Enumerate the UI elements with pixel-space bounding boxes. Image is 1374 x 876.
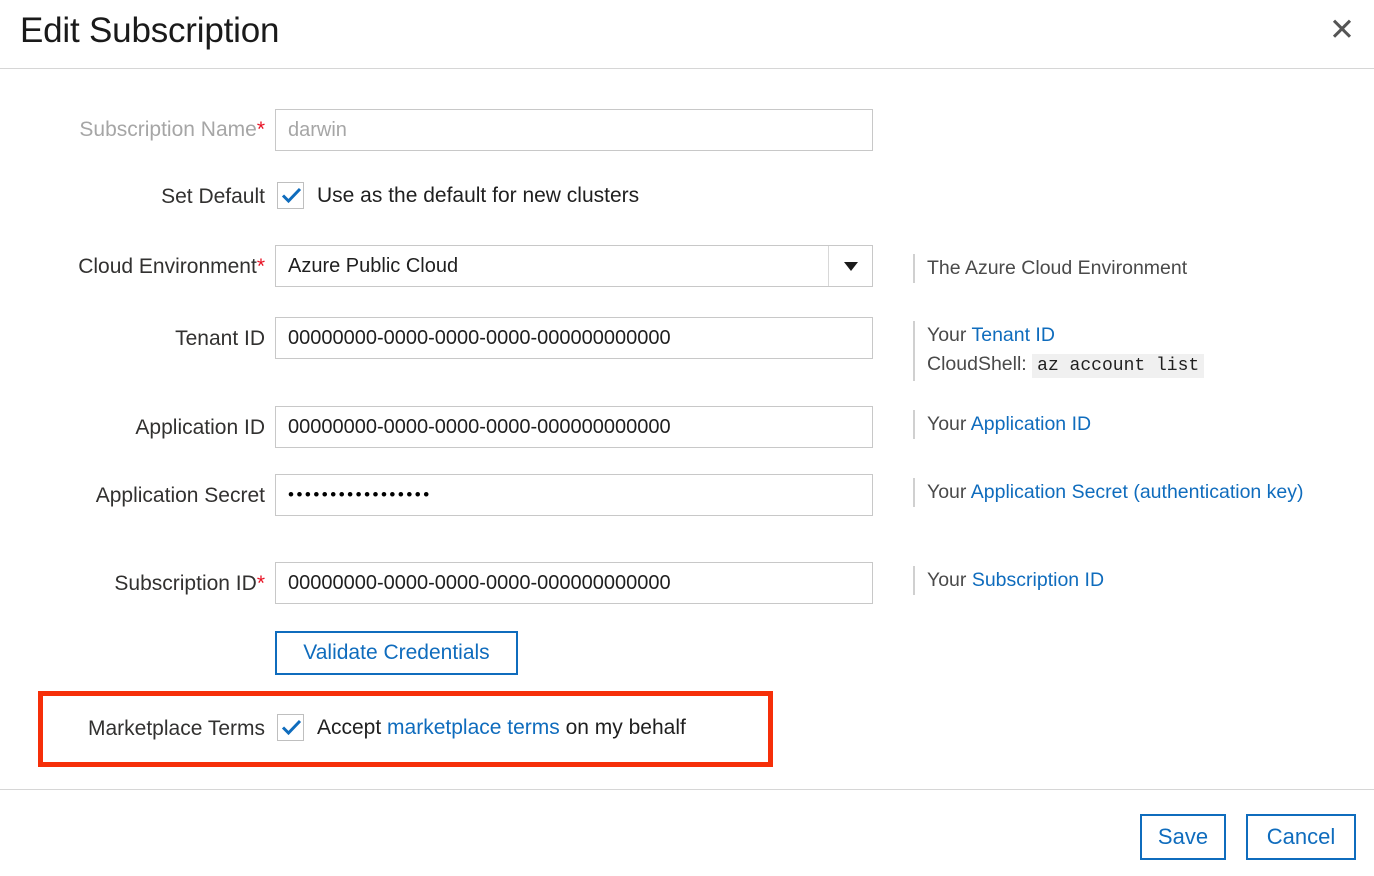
subscription-name-label: Subscription Name* <box>79 118 265 141</box>
set-default-checkbox[interactable] <box>277 182 304 209</box>
subscription-id-label: Subscription ID* <box>114 572 265 595</box>
required-asterisk: * <box>256 118 265 141</box>
tenant-id-help: Your Tenant ID CloudShell: az account li… <box>913 321 1333 381</box>
checkmark-icon <box>281 719 302 736</box>
page-title: Edit Subscription <box>20 11 280 50</box>
tenant-id-value: 00000000-0000-0000-0000-000000000000 <box>288 326 671 349</box>
cloud-environment-value: Azure Public Cloud <box>288 254 459 277</box>
header-actions: ? ✕ <box>1326 10 1358 48</box>
save-button[interactable]: Save <box>1140 814 1226 860</box>
caret-glyph <box>843 261 858 271</box>
subscription-name-value: darwin <box>288 118 347 141</box>
checkmark-icon <box>281 187 302 204</box>
tenant-id-help-line2-prefix: CloudShell: <box>927 353 1033 375</box>
cloud-environment-help: The Azure Cloud Environment <box>913 254 1333 283</box>
subscription-id-input[interactable]: 00000000-0000-0000-0000-000000000000 <box>275 562 873 604</box>
application-secret-help: Your Application Secret (authentication … <box>913 478 1333 507</box>
subscription-id-value: 00000000-0000-0000-0000-000000000000 <box>288 571 671 594</box>
tenant-id-help-prefix: Your <box>927 324 972 346</box>
tenant-id-help-code: az account list <box>1032 354 1205 378</box>
application-id-help: Your Application ID <box>913 410 1333 439</box>
subscription-name-input[interactable]: darwin <box>275 109 873 151</box>
tenant-id-label: Tenant ID <box>175 327 265 350</box>
dialog-body: Subscription Name* darwin Set Default Us… <box>0 69 1374 789</box>
dialog-header: Edit Subscription ? ✕ <box>0 0 1374 69</box>
marketplace-terms-link[interactable]: marketplace terms <box>387 716 560 739</box>
marketplace-text-before: Accept <box>317 715 388 739</box>
cloud-environment-select[interactable]: Azure Public Cloud <box>275 245 873 287</box>
application-secret-label: Application Secret <box>95 484 265 507</box>
application-id-label: Application ID <box>135 416 265 439</box>
required-asterisk: * <box>256 572 265 595</box>
chevron-down-icon[interactable] <box>828 246 872 286</box>
required-asterisk: * <box>256 255 265 278</box>
close-icon[interactable]: ✕ <box>1326 10 1358 48</box>
footer-actions: Save Cancel <box>1140 814 1356 860</box>
validate-credentials-button[interactable]: Validate Credentials <box>275 631 518 675</box>
cancel-button[interactable]: Cancel <box>1246 814 1356 860</box>
marketplace-terms-checkbox-label: Accept marketplace terms on my behalf <box>317 716 686 740</box>
cloud-environment-help-text: The Azure Cloud Environment <box>927 257 1188 279</box>
application-secret-help-link[interactable]: Application Secret (authentication key) <box>971 481 1304 503</box>
application-id-input[interactable]: 00000000-0000-0000-0000-000000000000 <box>275 406 873 448</box>
marketplace-terms-checkbox[interactable] <box>277 714 304 741</box>
application-id-help-prefix: Your <box>927 413 971 435</box>
edit-subscription-dialog: Edit Subscription ? ✕ Subscription Name*… <box>0 0 1374 876</box>
application-id-value: 00000000-0000-0000-0000-000000000000 <box>288 415 671 438</box>
subscription-id-help-prefix: Your <box>927 569 972 591</box>
set-default-checkbox-label: Use as the default for new clusters <box>317 183 640 207</box>
application-secret-help-prefix: Your <box>927 481 971 503</box>
tenant-id-help-link[interactable]: Tenant ID <box>971 324 1054 346</box>
marketplace-terms-checkbox-row[interactable]: Accept marketplace terms on my behalf <box>277 714 686 741</box>
application-secret-input[interactable]: ••••••••••••••••• <box>275 474 873 516</box>
set-default-label: Set Default <box>161 185 265 208</box>
cloud-environment-label: Cloud Environment* <box>78 255 265 278</box>
application-secret-value: ••••••••••••••••• <box>288 485 432 504</box>
marketplace-text-after: on my behalf <box>559 715 686 739</box>
subscription-id-help: Your Subscription ID <box>913 566 1333 595</box>
subscription-id-help-link[interactable]: Subscription ID <box>972 569 1104 591</box>
application-id-help-link[interactable]: Application ID <box>971 413 1091 435</box>
dialog-footer: Save Cancel <box>0 789 1374 876</box>
marketplace-terms-label: Marketplace Terms <box>87 717 265 740</box>
set-default-checkbox-row[interactable]: Use as the default for new clusters <box>277 182 639 209</box>
tenant-id-input[interactable]: 00000000-0000-0000-0000-000000000000 <box>275 317 873 359</box>
